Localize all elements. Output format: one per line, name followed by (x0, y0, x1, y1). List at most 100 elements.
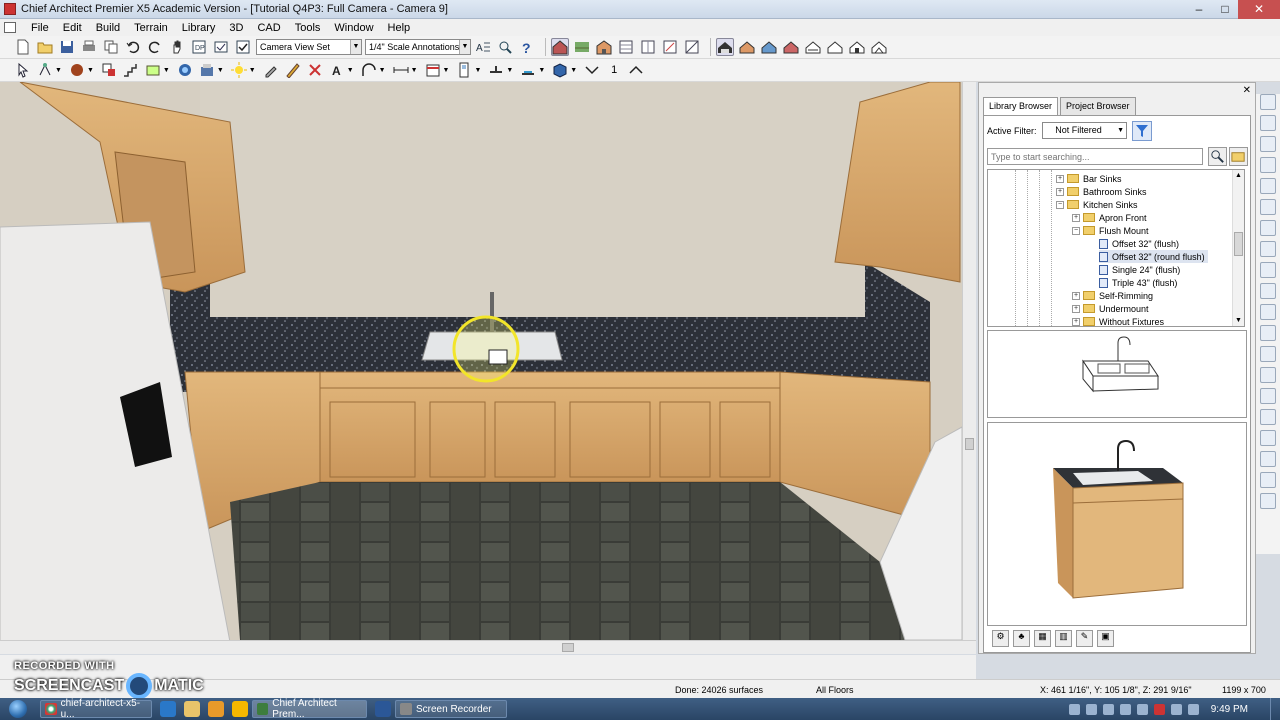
stairs-tool-icon[interactable] (122, 61, 140, 79)
tray-arrow-icon[interactable] (1068, 703, 1080, 715)
task-screen-recorder[interactable]: Screen Recorder (395, 700, 507, 718)
walk-icon[interactable] (1260, 262, 1276, 278)
zoom-out-icon[interactable] (1260, 136, 1276, 152)
marquee-select-icon[interactable] (36, 61, 54, 79)
clock[interactable]: 9:49 PM (1211, 704, 1248, 715)
tree-item-single-24-flush[interactable]: Single 24" (flush) (1099, 263, 1180, 276)
fill-window-icon[interactable] (1260, 157, 1276, 173)
close-button[interactable]: ✕ (1238, 0, 1280, 19)
add-to-library-icon[interactable]: ♣ (1013, 630, 1030, 647)
save-icon[interactable] (58, 38, 76, 56)
fixture-tool-icon[interactable] (198, 61, 216, 79)
zoom-in-icon[interactable] (1260, 115, 1276, 131)
tab-library-browser[interactable]: Library Browser (983, 97, 1059, 116)
minimize-button[interactable]: – (1186, 0, 1212, 19)
word-icon[interactable] (375, 701, 391, 717)
wall-elevation-icon[interactable] (804, 38, 822, 56)
outlook-icon[interactable] (232, 701, 248, 717)
tree-scrollbar[interactable]: ▲ ▼ (1232, 170, 1244, 326)
copy-icon[interactable] (102, 38, 120, 56)
select-arrow-icon[interactable] (14, 61, 32, 79)
edit-behaviors-icon[interactable] (1260, 493, 1276, 509)
task-chief-architect[interactable]: Chief Architect Prem... (252, 698, 367, 720)
tilt-down-icon[interactable] (1260, 325, 1276, 341)
arc-tool-icon[interactable] (360, 61, 378, 79)
object-snap-icon[interactable] (1260, 451, 1276, 467)
room-schedule-icon[interactable] (661, 38, 679, 56)
open-folder-icon[interactable] (36, 38, 54, 56)
tree-item-offset-32-round-flush[interactable]: Offset 32" (round flush) (1099, 250, 1208, 263)
pan-icon[interactable] (1260, 220, 1276, 236)
fill-window-building-icon[interactable] (1260, 178, 1276, 194)
terrain-icon[interactable] (573, 38, 591, 56)
search-options-icon[interactable] (1229, 147, 1248, 166)
active-filter-select[interactable]: Not Filtered ▼ (1042, 122, 1127, 139)
tree-item-kitchen-sinks[interactable]: − Kitchen Sinks (1056, 198, 1138, 211)
show-desktop-button[interactable] (1270, 698, 1280, 720)
menu-help[interactable]: Help (381, 22, 418, 34)
tray-security-icon[interactable] (1102, 703, 1114, 715)
edit-item-icon[interactable]: ✎ (1076, 630, 1093, 647)
tray-update-icon[interactable] (1119, 703, 1131, 715)
break-line-icon[interactable] (306, 61, 324, 79)
text-tool-icon[interactable]: A (328, 61, 346, 79)
zoom-icon[interactable] (1260, 94, 1276, 110)
camera-view-icon[interactable] (716, 38, 734, 56)
close-panel-icon[interactable]: ✕ (1243, 85, 1251, 96)
eyedropper-icon[interactable] (262, 61, 280, 79)
undo-icon[interactable] (124, 38, 142, 56)
dimension-tool-icon[interactable] (392, 61, 410, 79)
technical-illustration-icon[interactable] (870, 38, 888, 56)
chevron-up-tool-icon[interactable] (627, 61, 645, 79)
ie-icon[interactable] (160, 701, 176, 717)
explorer-icon[interactable] (184, 701, 200, 717)
cross-section-icon[interactable] (683, 38, 701, 56)
help-icon[interactable]: ? (518, 38, 536, 56)
document-icon[interactable] (4, 22, 16, 33)
tree-item-without-fixtures[interactable]: + Without Fixtures (1072, 315, 1164, 326)
library-tree[interactable]: + Bar Sinks + Bathroom Sinks − Kitchen Sink… (987, 169, 1245, 327)
swap-view-icon[interactable] (1260, 283, 1276, 299)
number-one-label[interactable]: 1 (605, 61, 623, 79)
cabinet-icon[interactable] (595, 38, 613, 56)
tree-item-triple-43-flush[interactable]: Triple 43" (flush) (1099, 276, 1177, 289)
print-icon[interactable] (80, 38, 98, 56)
chevron-down-tool-icon[interactable] (583, 61, 601, 79)
media-player-icon[interactable] (208, 701, 224, 717)
search-tool-icon[interactable] (496, 38, 514, 56)
full-overview-icon[interactable] (738, 38, 756, 56)
3d-box-icon[interactable] (551, 61, 569, 79)
tilt-up-icon[interactable] (1260, 304, 1276, 320)
bumping-icon[interactable] (1260, 472, 1276, 488)
light-tool-icon[interactable] (230, 61, 248, 79)
tree-item-apron-front[interactable]: + Apron Front (1072, 211, 1147, 224)
menu-file[interactable]: File (24, 22, 56, 34)
menu-library[interactable]: Library (175, 22, 223, 34)
elevation-icon[interactable] (782, 38, 800, 56)
cabinet-tool-icon[interactable] (424, 61, 442, 79)
reset-camera-icon[interactable] (1260, 367, 1276, 383)
viewport-vertical-scrollbar[interactable] (962, 82, 976, 640)
camera-tool-icon[interactable] (176, 61, 194, 79)
checkbox-icon[interactable] (234, 38, 252, 56)
menu-build[interactable]: Build (89, 22, 127, 34)
tab-project-browser[interactable]: Project Browser (1060, 97, 1136, 115)
snap-icon[interactable] (1260, 388, 1276, 404)
layer-icon[interactable] (212, 38, 230, 56)
new-file-icon[interactable] (14, 38, 32, 56)
tray-wifi-icon[interactable] (1187, 703, 1199, 715)
tree-item-bar-sinks[interactable]: + Bar Sinks (1056, 172, 1122, 185)
grid-icon[interactable] (1260, 409, 1276, 425)
tray-record-icon[interactable] (1153, 703, 1165, 715)
tree-item-flush-mount[interactable]: − Flush Mount (1072, 224, 1149, 237)
menu-tools[interactable]: Tools (288, 22, 328, 34)
floor-plan-icon[interactable] (551, 38, 569, 56)
tree-item-bathroom-sinks[interactable]: + Bathroom Sinks (1056, 185, 1147, 198)
camera-view-set-select[interactable]: Camera View Set ▼ (256, 39, 362, 55)
window-tool-icon[interactable] (487, 61, 505, 79)
watercolor-icon[interactable] (848, 38, 866, 56)
text-style-icon[interactable]: A (474, 38, 492, 56)
preferences-icon[interactable]: DP (190, 38, 208, 56)
view-list-icon[interactable]: ▦ (1034, 630, 1051, 647)
tray-flag-icon[interactable] (1136, 703, 1148, 715)
